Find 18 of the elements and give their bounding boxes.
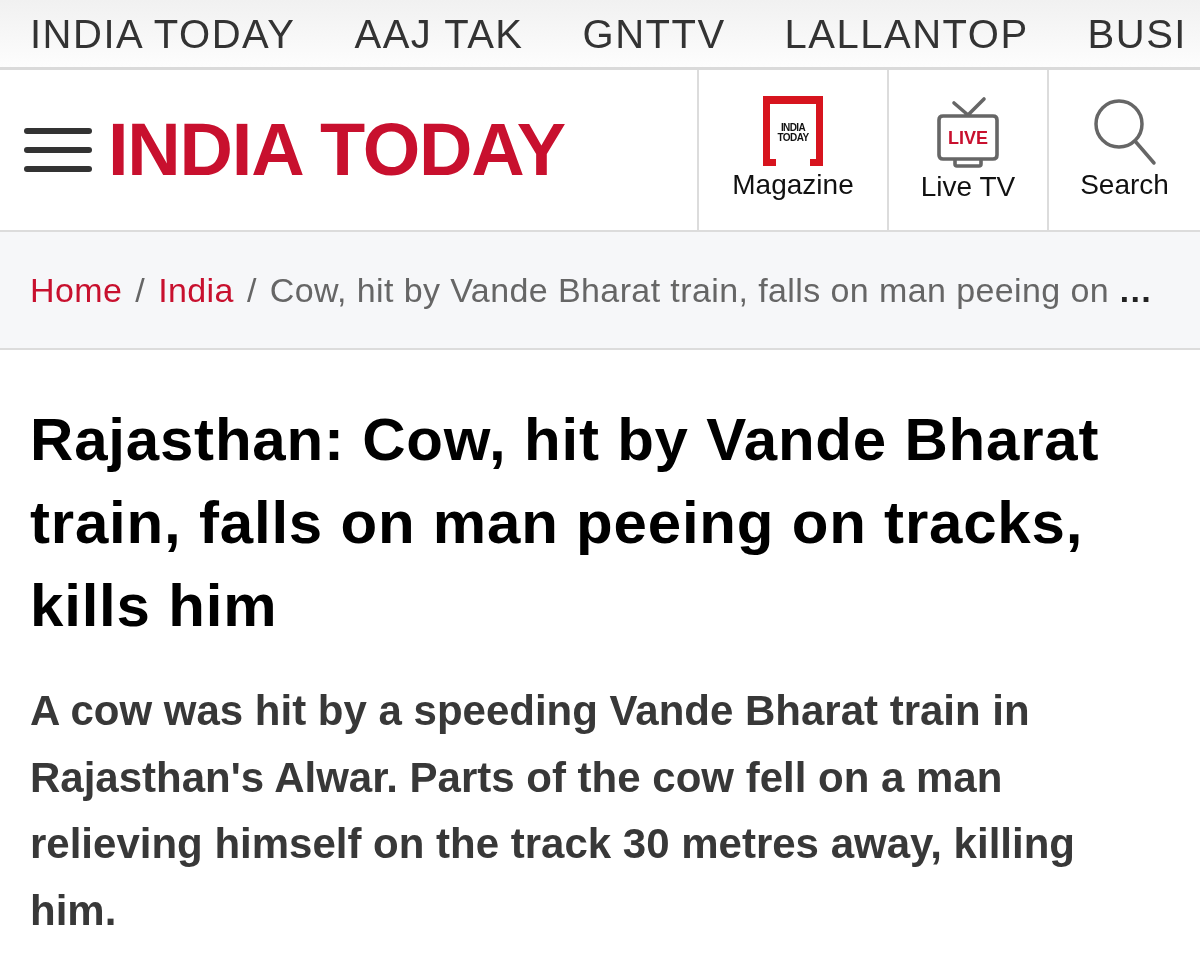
- magazine-cover-text: INDIA TODAY: [776, 123, 810, 143]
- site-logo[interactable]: INDIA TODAY: [108, 113, 565, 187]
- nav-link[interactable]: BUSI: [1087, 11, 1187, 56]
- breadcrumb-separator: /: [246, 270, 257, 310]
- breadcrumb-link[interactable]: Home: [30, 270, 123, 310]
- article-summary: A cow was hit by a speeding Vande Bharat train in Rajasthan's Alwar. Parts of the cow fell on a man relieving himself on the track 30 metres away, killing him.: [30, 686, 1076, 936]
- article-headline: Rajasthan: Cow, hit by Vande Bharat train, falls on man peeing on tracks, kills him: [30, 405, 1101, 641]
- breadcrumb-ellipsis: …: [1118, 270, 1153, 310]
- breadcrumb-separator: /: [135, 270, 146, 310]
- nav-link[interactable]: AAJ TAK: [354, 11, 524, 56]
- live-label: LIVE: [948, 128, 988, 148]
- nav-link[interactable]: INDIA TODAY: [30, 11, 296, 56]
- breadcrumb-link[interactable]: India: [158, 270, 234, 310]
- nav-link[interactable]: LALLANTOP: [784, 11, 1029, 56]
- breadcrumb-current: Cow, hit by Vande Bharat train, falls on man peeing on: [269, 270, 1110, 310]
- search-icon: [1092, 98, 1157, 166]
- nav-link[interactable]: GNTTV: [582, 11, 726, 56]
- menu-icon[interactable]: [24, 128, 92, 172]
